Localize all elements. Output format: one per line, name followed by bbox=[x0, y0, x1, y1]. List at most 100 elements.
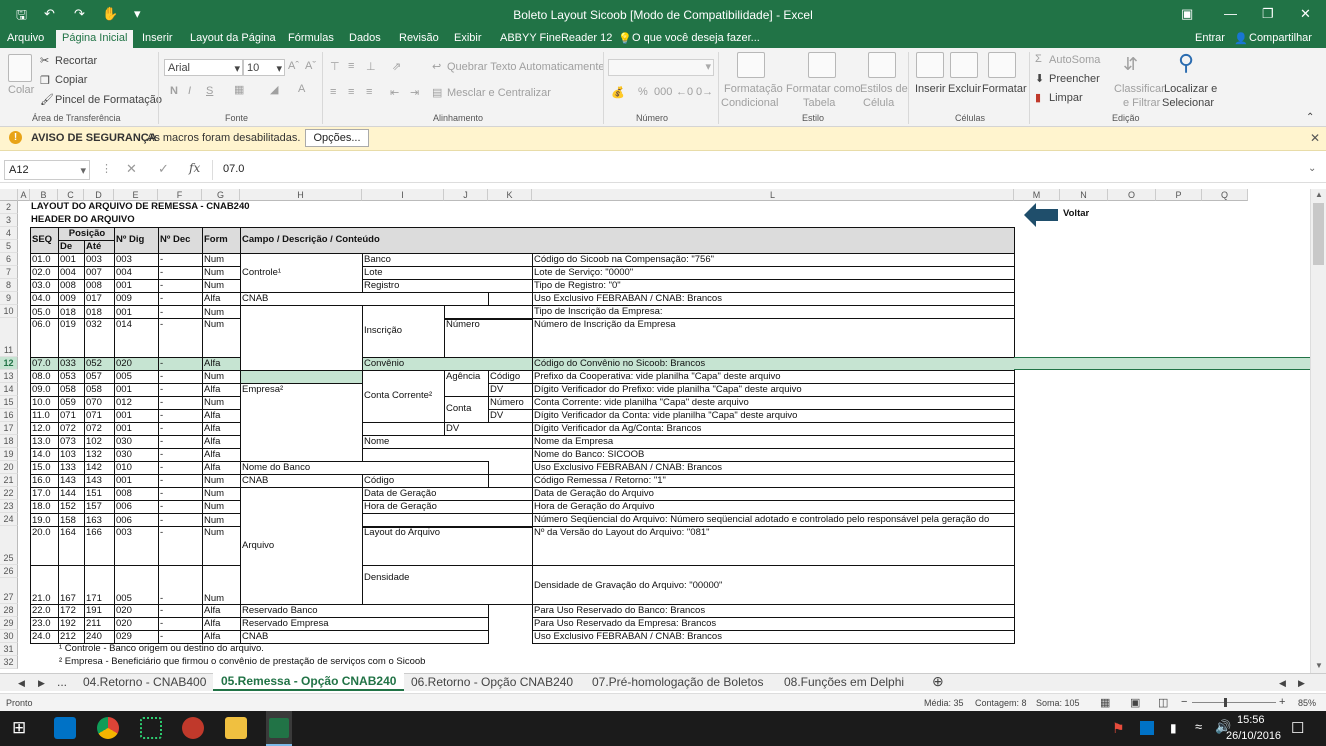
tab-revisao[interactable]: Revisão bbox=[399, 32, 439, 44]
row-header[interactable]: 28 bbox=[0, 604, 18, 617]
tab-inserir[interactable]: Inserir bbox=[142, 32, 173, 44]
column-header[interactable]: I bbox=[362, 189, 444, 201]
increase-indent-icon[interactable]: ⇥ bbox=[410, 86, 419, 99]
decrease-decimal-icon[interactable]: 0→ bbox=[696, 86, 713, 98]
enter-icon[interactable]: ✓ bbox=[158, 161, 169, 177]
sheet-tab-06[interactable]: 06.Retorno - Opção CNAB240 bbox=[411, 675, 573, 689]
row-header[interactable]: 20 bbox=[0, 461, 18, 474]
column-header[interactable]: L bbox=[532, 189, 1014, 201]
sheet-tab-07[interactable]: 07.Pré-homologação de Boletos bbox=[592, 675, 763, 689]
cut-button[interactable]: Recortar bbox=[55, 55, 97, 67]
sort-filter-label-1[interactable]: Classificar bbox=[1114, 83, 1165, 95]
zoom-in-icon[interactable]: + bbox=[1279, 696, 1285, 708]
row-header[interactable]: 26 bbox=[0, 565, 18, 578]
hscroll-left-icon[interactable]: ◀ bbox=[1279, 678, 1286, 689]
find-select-label-2[interactable]: Selecionar bbox=[1162, 97, 1214, 109]
outlook-icon[interactable] bbox=[54, 717, 76, 739]
grow-font-icon[interactable]: Aˆ bbox=[288, 60, 299, 72]
percent-button[interactable]: % bbox=[638, 86, 648, 98]
row-header[interactable]: 12 bbox=[0, 357, 18, 370]
italic-button[interactable]: I bbox=[188, 85, 191, 97]
cell-styles-label-1[interactable]: Estilos de bbox=[860, 83, 908, 95]
collapse-ribbon-icon[interactable]: ⌃ bbox=[1306, 112, 1314, 123]
row-header[interactable]: 7 bbox=[0, 266, 18, 279]
add-sheet-icon[interactable]: ⊕ bbox=[932, 673, 944, 690]
tab-abbyy[interactable]: ABBYY FineReader 12 bbox=[500, 32, 612, 44]
tab-formulas[interactable]: Fórmulas bbox=[288, 32, 334, 44]
cell-styles-label-2[interactable]: Célula bbox=[863, 97, 894, 109]
back-arrow-icon[interactable] bbox=[1024, 203, 1060, 230]
find-select-label-1[interactable]: Localizar e bbox=[1164, 83, 1217, 95]
ribbon-display-icon[interactable]: ▣ bbox=[1181, 6, 1193, 22]
column-header[interactable]: M bbox=[1014, 189, 1060, 201]
sheet-tab-05[interactable]: 05.Remessa - Opção CNAB240 bbox=[213, 673, 405, 691]
paste-button[interactable]: Colar bbox=[8, 84, 34, 96]
column-header[interactable]: F bbox=[158, 189, 202, 201]
format-painter-button[interactable]: Pincel de Formatação bbox=[55, 94, 162, 106]
borders-icon[interactable]: ▦ bbox=[234, 83, 244, 96]
tell-me-search[interactable]: O que você deseja fazer... bbox=[632, 32, 760, 44]
row-header[interactable]: 25 bbox=[0, 526, 18, 565]
column-header[interactable]: A bbox=[18, 189, 30, 201]
app-grid-icon[interactable] bbox=[140, 717, 162, 739]
row-header[interactable]: 4 bbox=[0, 227, 18, 240]
tab-layout[interactable]: Layout da Página bbox=[190, 32, 276, 44]
row-header[interactable]: 16 bbox=[0, 409, 18, 422]
column-header[interactable]: J bbox=[444, 189, 488, 201]
currency-icon[interactable]: 💰 bbox=[611, 86, 625, 99]
copy-button[interactable]: Copiar bbox=[55, 74, 87, 86]
conditional-format-icon[interactable] bbox=[737, 52, 765, 81]
row-header[interactable]: 9 bbox=[0, 292, 18, 305]
orientation-icon[interactable]: ⇗ bbox=[392, 60, 401, 73]
column-header[interactable]: D bbox=[84, 189, 114, 201]
dx-icon[interactable] bbox=[182, 717, 204, 739]
column-header[interactable]: O bbox=[1108, 189, 1156, 201]
align-left-icon[interactable]: ≡ bbox=[330, 86, 336, 98]
column-header[interactable]: E bbox=[114, 189, 158, 201]
column-header[interactable]: P bbox=[1156, 189, 1202, 201]
scroll-thumb[interactable] bbox=[1313, 203, 1324, 265]
normal-view-icon[interactable]: ▦ bbox=[1100, 696, 1110, 709]
worksheet-grid[interactable]: ABCDEFGHIJKLMNOPQ 1234567891011121314151… bbox=[0, 189, 1326, 673]
tab-arquivo[interactable]: Arquivo bbox=[7, 32, 44, 44]
more-sheets-button[interactable]: ... bbox=[57, 675, 67, 689]
insert-function-button[interactable]: fx bbox=[189, 161, 200, 175]
font-name-select[interactable]: Arial ▾ bbox=[164, 59, 243, 76]
expand-formula-icon[interactable]: ⌄ bbox=[1308, 163, 1316, 174]
row-header[interactable]: 32 bbox=[0, 656, 18, 669]
vertical-scrollbar[interactable]: ▲ ▼ bbox=[1310, 189, 1326, 673]
hscroll-right-icon[interactable]: ▶ bbox=[1298, 678, 1305, 689]
row-header[interactable]: 21 bbox=[0, 474, 18, 487]
conditional-format-label-2[interactable]: Condicional bbox=[721, 97, 778, 109]
row-header[interactable]: 13 bbox=[0, 370, 18, 383]
sort-filter-icon[interactable]: ⇵ bbox=[1123, 54, 1138, 75]
file-explorer-icon[interactable] bbox=[225, 717, 247, 739]
delete-cells-icon[interactable] bbox=[950, 52, 978, 81]
options-button[interactable]: Opções... bbox=[305, 129, 369, 147]
formula-input[interactable]: 07.0 bbox=[212, 160, 1320, 180]
column-header[interactable]: K bbox=[488, 189, 532, 201]
zoom-out-icon[interactable]: − bbox=[1181, 696, 1187, 708]
row-header[interactable]: 3 bbox=[0, 214, 18, 227]
paste-icon[interactable] bbox=[8, 54, 32, 85]
insert-cells-button[interactable]: Inserir bbox=[915, 83, 946, 95]
search-icon[interactable]: ⚲ bbox=[1178, 50, 1194, 76]
thousands-button[interactable]: 000 bbox=[654, 86, 672, 98]
column-header[interactable]: G bbox=[202, 189, 240, 201]
name-box[interactable]: A12 ▾ bbox=[4, 160, 90, 180]
merge-center-button[interactable]: Mesclar e Centralizar bbox=[447, 87, 551, 99]
zoom-slider-thumb[interactable] bbox=[1224, 698, 1227, 707]
number-format-select[interactable]: ▾ bbox=[608, 59, 714, 76]
select-all-corner[interactable] bbox=[0, 189, 18, 201]
column-header[interactable]: C bbox=[58, 189, 84, 201]
zoom-level[interactable]: 85% bbox=[1298, 698, 1316, 708]
back-link[interactable]: Voltar bbox=[1062, 208, 1089, 220]
page-layout-view-icon[interactable]: ▣ bbox=[1130, 696, 1140, 709]
column-header[interactable]: Q bbox=[1202, 189, 1248, 201]
excel-taskbar-icon[interactable] bbox=[266, 711, 292, 746]
row-header[interactable]: 10 bbox=[0, 305, 18, 318]
row-header[interactable]: 15 bbox=[0, 396, 18, 409]
row-header[interactable]: 2 bbox=[0, 201, 18, 214]
row-header[interactable]: 6 bbox=[0, 253, 18, 266]
close-button[interactable]: ✕ bbox=[1300, 6, 1311, 22]
